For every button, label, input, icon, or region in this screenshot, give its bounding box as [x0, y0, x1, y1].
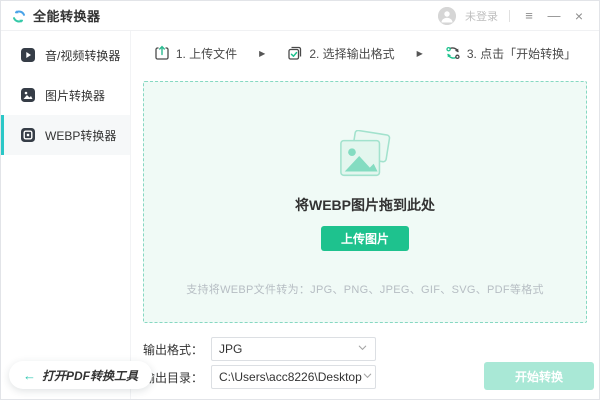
dropzone-title: 将WEBP图片拖到此处	[295, 195, 435, 215]
step-convert: 3. 点击「开始转换」	[445, 45, 576, 62]
avatar[interactable]	[438, 7, 456, 25]
step-label: 1. 上传文件	[176, 45, 237, 62]
steps-bar: 1. 上传文件 ▶ 2. 选择输出格式 ▶	[131, 31, 599, 75]
sidebar: 音/视频转换器 图片转换器 WEBP转换器	[1, 31, 131, 399]
back-arrow-icon: ←	[23, 368, 36, 383]
step-format: 2. 选择输出格式	[287, 45, 394, 62]
upload-icon	[154, 45, 170, 61]
step-separator-icon: ▶	[417, 49, 423, 58]
sidebar-item-label: 音/视频转换器	[45, 47, 120, 64]
output-format-value: JPG	[219, 342, 242, 356]
output-dir-row: 输出目录： C:\Users\acc8226\Desktop	[143, 365, 376, 389]
audio-video-icon	[20, 47, 36, 63]
picture-placeholder-icon	[334, 130, 396, 189]
sidebar-item-webp[interactable]: WEBP转换器	[1, 115, 130, 155]
sidebar-item-label: WEBP转换器	[45, 127, 116, 144]
titlebar-divider	[509, 10, 510, 22]
open-pdf-tool-label: 打开PDF转换工具	[42, 367, 138, 384]
output-format-select[interactable]: JPG	[211, 337, 376, 361]
minimize-icon[interactable]: —	[546, 8, 562, 24]
output-format-label: 输出格式：	[143, 341, 203, 358]
titlebar: 全能转换器 未登录 ≡ — ×	[1, 1, 599, 31]
output-format-row: 输出格式： JPG	[143, 337, 376, 361]
app-window: 全能转换器 未登录 ≡ — ×	[0, 0, 600, 400]
checkbox-icon	[287, 45, 303, 61]
dropzone[interactable]: 将WEBP图片拖到此处 上传图片 支持将WEBP文件转为：JPG、PNG、JPE…	[143, 81, 587, 323]
chevron-down-icon	[362, 368, 373, 386]
step-label: 2. 选择输出格式	[309, 45, 394, 62]
image-icon	[20, 87, 36, 103]
step-separator-icon: ▶	[259, 49, 265, 58]
close-icon[interactable]: ×	[571, 8, 587, 24]
step-label: 3. 点击「开始转换」	[467, 45, 576, 62]
open-pdf-tool-button[interactable]: ← 打开PDF转换工具	[9, 361, 152, 389]
dropzone-hint: 支持将WEBP文件转为：JPG、PNG、JPEG、GIF、SVG、PDF等格式	[186, 281, 544, 297]
app-title: 全能转换器	[33, 6, 101, 25]
webp-icon	[20, 127, 36, 143]
start-convert-button[interactable]: 开始转换	[484, 362, 594, 390]
main-panel: 1. 上传文件 ▶ 2. 选择输出格式 ▶	[131, 31, 599, 399]
convert-icon	[445, 45, 461, 61]
upload-image-button[interactable]: 上传图片	[321, 226, 409, 251]
titlebar-controls: 未登录 ≡ — ×	[438, 7, 587, 25]
step-upload: 1. 上传文件	[154, 45, 237, 62]
output-dir-value: C:\Users\acc8226\Desktop	[219, 370, 362, 384]
login-status[interactable]: 未登录	[465, 8, 498, 24]
app-logo: 全能转换器	[11, 6, 101, 25]
chevron-down-icon	[357, 340, 368, 358]
sidebar-item-audio-video[interactable]: 音/视频转换器	[1, 35, 130, 75]
output-dir-label: 输出目录：	[143, 369, 203, 386]
sidebar-item-image[interactable]: 图片转换器	[1, 75, 130, 115]
menu-icon[interactable]: ≡	[521, 8, 537, 24]
logo-icon	[11, 8, 27, 24]
sidebar-item-label: 图片转换器	[45, 87, 105, 104]
output-dir-select[interactable]: C:\Users\acc8226\Desktop	[211, 365, 376, 389]
